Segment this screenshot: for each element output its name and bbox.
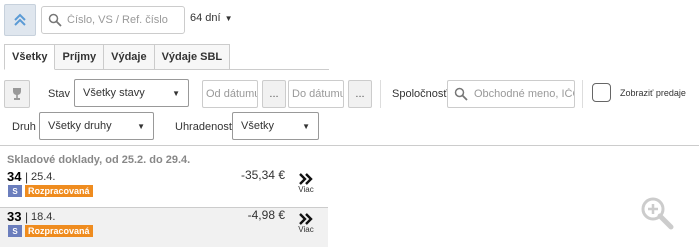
filter-divider [582,80,583,108]
document-date: 25.4. [31,171,56,183]
company-search-field[interactable] [447,80,575,108]
tab-all[interactable]: Všetky [4,44,56,70]
payment-status-select[interactable]: Všetky ▼ [232,112,319,140]
days-range-select[interactable]: 64 dní ▼ [190,12,233,24]
tab-expenses[interactable]: Výdaje [104,44,155,70]
list-item[interactable]: 33 | 18.4. S Rozpracovaná -4,98 € Viac [0,208,328,247]
document-number: 34 [7,169,22,184]
double-chevron-right-icon [299,173,313,185]
document-date: 18.4. [31,211,56,223]
kind-select[interactable]: Všetky druhy ▼ [39,112,154,140]
list-item[interactable]: 34 | 25.4. S Rozpracovaná -35,34 € Viac [0,168,328,208]
caret-down-icon: ▼ [302,121,310,131]
filters-bottom-divider [0,145,699,146]
caret-down-icon: ▼ [137,121,145,131]
days-range-value: 64 dní [190,12,221,24]
show-sales-label: Zobraziť predaje [620,88,686,98]
search-icon [48,13,62,27]
caret-down-icon: ▼ [224,13,233,23]
tab-expenses-sbl[interactable]: Výdaje SBL [154,44,231,70]
type-badge: S [8,185,22,197]
company-label: Spoločnosť [392,88,448,100]
company-search-input[interactable] [474,88,574,100]
kind-select-value: Všetky druhy [48,120,112,132]
search-icon [454,87,468,101]
tabs-divider [213,69,329,70]
state-label: Stav [48,88,71,100]
number-date-separator: | [25,170,29,184]
more-label: Viac [298,225,314,234]
list-title: Skladové doklady, od 25.2. do 29.4. [7,154,191,166]
caret-down-icon: ▼ [172,88,180,98]
chevrons-up-icon [14,13,26,26]
search-input[interactable] [67,14,177,26]
state-select[interactable]: Všetky stavy ▼ [74,79,189,107]
tab-bar: Všetky Príjmy Výdaje Výdaje SBL [4,44,231,70]
date-from-picker-button[interactable]: ... [262,80,286,108]
double-chevron-right-icon [299,213,313,225]
kind-label: Druh [12,121,36,133]
document-amount: -4,98 € [247,208,285,222]
payment-status-select-value: Všetky [241,120,275,132]
more-label: Viac [298,185,314,194]
status-badge: Rozpracovaná [25,185,93,197]
date-from-field[interactable] [202,80,258,108]
more-button[interactable]: Viac [295,213,317,234]
date-to-field[interactable] [288,80,344,108]
status-badge: Rozpracovaná [25,225,93,237]
date-from-input[interactable] [206,88,257,100]
document-number: 33 [7,209,22,224]
state-select-value: Všetky stavy [83,87,145,99]
filter-button[interactable] [4,80,30,108]
date-to-input[interactable] [292,88,343,100]
number-date-separator: | [25,210,29,224]
collapse-filters-button[interactable] [4,4,36,36]
show-sales-checkbox[interactable] [592,83,611,102]
type-badge: S [8,225,22,237]
filter-divider [380,80,381,108]
search-field[interactable] [41,6,185,34]
payment-status-label: Uhradenosť [175,121,233,133]
tab-income[interactable]: Príjmy [55,44,105,70]
document-amount: -35,34 € [240,168,285,182]
trophy-filter-icon [13,88,21,100]
more-button[interactable]: Viac [295,173,317,194]
date-to-picker-button[interactable]: ... [348,80,372,108]
zoom-in-icon[interactable] [640,196,674,230]
